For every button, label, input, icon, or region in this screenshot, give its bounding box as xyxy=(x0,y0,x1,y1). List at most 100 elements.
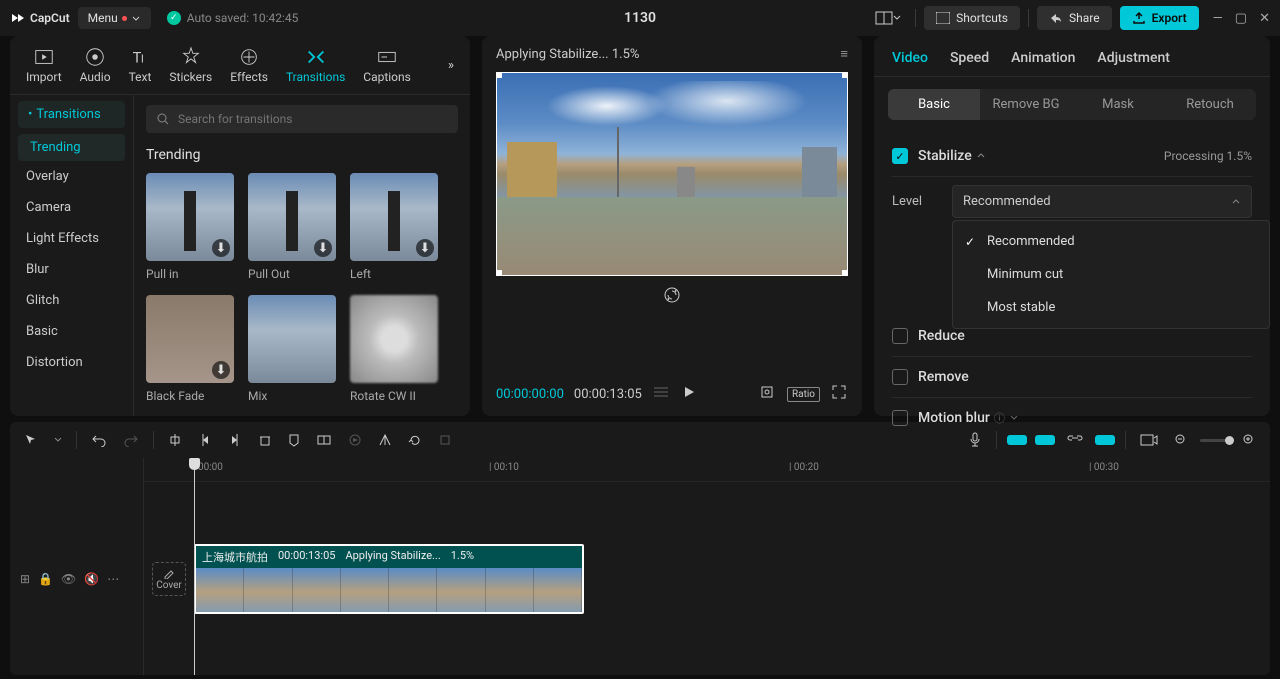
tab-transitions[interactable]: Transitions xyxy=(282,44,349,86)
stabilize-checkbox[interactable]: ✓ xyxy=(892,148,908,164)
play-button[interactable] xyxy=(680,383,698,405)
cover-button[interactable]: Cover xyxy=(152,562,186,596)
level-option-minimum[interactable]: Minimum cut xyxy=(953,258,1269,291)
topbar-right: Shortcuts Share Export — ▢ ✕ xyxy=(869,6,1270,30)
resize-handle[interactable] xyxy=(496,270,502,276)
resize-handle[interactable] xyxy=(842,270,848,276)
tab-adjustment[interactable]: Adjustment xyxy=(1097,50,1170,66)
transition-item[interactable]: Mix xyxy=(248,295,336,403)
pointer-tool[interactable] xyxy=(20,429,42,451)
export-button[interactable]: Export xyxy=(1120,6,1199,30)
list-icon[interactable] xyxy=(652,384,670,404)
transitions-grid: Trending ⬇Pull in ⬇Pull Out ⬇Left ⬇Black… xyxy=(134,95,470,416)
tabs-more-icon[interactable]: » xyxy=(444,54,458,77)
delete-tool[interactable] xyxy=(254,429,276,451)
sidebar-header[interactable]: • Transitions xyxy=(18,101,125,128)
download-icon[interactable]: ⬇ xyxy=(416,239,434,257)
tab-stickers[interactable]: Stickers xyxy=(165,44,216,86)
tab-import[interactable]: Import xyxy=(22,44,66,86)
level-option-recommended[interactable]: ✓Recommended xyxy=(953,225,1269,258)
playhead[interactable] xyxy=(194,458,195,675)
reduce-checkbox[interactable] xyxy=(892,328,908,344)
level-select[interactable]: Recommended xyxy=(952,185,1252,218)
timeline-tracks[interactable]: 00:00 | 00:10 | 00:20 | 00:30 Cover 上海城市… xyxy=(144,458,1270,675)
preview-menu-icon[interactable]: ≡ xyxy=(840,46,848,62)
rotate-tool[interactable] xyxy=(404,429,426,451)
sidebar-item-lighteffects[interactable]: Light Effects xyxy=(10,223,133,254)
sidebar-item-overlay[interactable]: Overlay xyxy=(10,161,133,192)
sidebar-item-trending[interactable]: Trending xyxy=(18,134,125,161)
sidebar-item-blur[interactable]: Blur xyxy=(10,254,133,285)
sidebar-item-camera[interactable]: Camera xyxy=(10,192,133,223)
redo-button[interactable] xyxy=(119,429,143,451)
transition-item[interactable]: ⬇Pull in xyxy=(146,173,234,281)
trim-left-tool[interactable] xyxy=(194,429,216,451)
maximize-button[interactable]: ▢ xyxy=(1235,11,1247,26)
zoom-slider[interactable] xyxy=(1200,439,1230,442)
track-lock-icon[interactable]: 🔒 xyxy=(38,572,53,586)
track-mute-icon[interactable]: 🔇 xyxy=(84,572,99,586)
transition-item[interactable]: ⬇Left xyxy=(350,173,438,281)
duplicate-tool[interactable] xyxy=(312,429,336,451)
download-icon[interactable]: ⬇ xyxy=(212,239,230,257)
chevron-down-icon[interactable] xyxy=(1009,413,1019,423)
motionblur-row: Motion blur ⓘ xyxy=(892,398,1252,438)
undo-button[interactable] xyxy=(87,429,111,451)
motionblur-checkbox[interactable] xyxy=(892,410,908,426)
menu-button[interactable]: Menu xyxy=(78,7,151,29)
layout-icon[interactable] xyxy=(869,7,907,29)
info-icon[interactable]: ⓘ xyxy=(994,410,1005,426)
download-icon[interactable]: ⬇ xyxy=(314,239,332,257)
search-input[interactable] xyxy=(146,105,458,133)
ratio-button[interactable]: Ratio xyxy=(787,387,820,402)
minimize-button[interactable]: — xyxy=(1213,11,1223,26)
clip-name: 上海城市航拍 xyxy=(202,549,268,565)
subtab-retouch[interactable]: Retouch xyxy=(1164,89,1256,120)
marker-tool[interactable] xyxy=(284,429,304,451)
pointer-dropdown[interactable] xyxy=(50,432,66,448)
tab-speed[interactable]: Speed xyxy=(950,50,989,66)
record-tool[interactable] xyxy=(344,429,366,451)
track-more-icon[interactable]: ⋯ xyxy=(107,572,119,586)
level-dropdown: ✓Recommended Minimum cut Most stable xyxy=(952,220,1270,329)
track-eye-icon[interactable]: 👁 xyxy=(61,572,76,586)
transition-item[interactable]: Rotate CW II xyxy=(350,295,438,403)
crop-tool[interactable] xyxy=(434,429,456,451)
resize-handle[interactable] xyxy=(496,72,502,78)
tab-audio[interactable]: Audio xyxy=(76,44,115,86)
subtab-mask[interactable]: Mask xyxy=(1072,89,1164,120)
trim-right-tool[interactable] xyxy=(224,429,246,451)
refresh-icon[interactable] xyxy=(482,286,862,308)
tab-effects[interactable]: Effects xyxy=(226,44,272,86)
mirror-tool[interactable] xyxy=(374,429,396,451)
share-button[interactable]: Share xyxy=(1037,6,1112,30)
close-button[interactable]: ✕ xyxy=(1259,11,1270,26)
download-icon[interactable]: ⬇ xyxy=(212,361,230,379)
sidebar-item-glitch[interactable]: Glitch xyxy=(10,285,133,316)
collapse-icon[interactable] xyxy=(976,151,986,161)
tab-video[interactable]: Video xyxy=(892,50,928,66)
preview-viewport[interactable] xyxy=(496,72,848,276)
sidebar-item-distortion[interactable]: Distortion xyxy=(10,347,133,378)
resize-handle[interactable] xyxy=(842,72,848,78)
shortcuts-label: Shortcuts xyxy=(956,11,1008,25)
timeline-ruler[interactable]: 00:00 | 00:10 | 00:20 | 00:30 xyxy=(144,458,1270,482)
split-tool[interactable] xyxy=(164,429,186,451)
subtab-basic[interactable]: Basic xyxy=(888,89,980,120)
sidebar-item-basic[interactable]: Basic xyxy=(10,316,133,347)
remove-checkbox[interactable] xyxy=(892,369,908,385)
tab-captions[interactable]: Captions xyxy=(359,44,415,86)
tab-text[interactable]: TIText xyxy=(125,44,156,86)
search-field[interactable] xyxy=(178,112,448,126)
subtab-removebg[interactable]: Remove BG xyxy=(980,89,1072,120)
transition-item[interactable]: ⬇Black Fade xyxy=(146,295,234,403)
level-option-moststable[interactable]: Most stable xyxy=(953,291,1269,324)
crop-icon[interactable] xyxy=(757,382,777,406)
fullscreen-icon[interactable] xyxy=(830,383,848,405)
timeline-clip[interactable]: 上海城市航拍 00:00:13:05 Applying Stabilize...… xyxy=(194,544,584,614)
transition-item[interactable]: ⬇Pull Out xyxy=(248,173,336,281)
track-add-icon[interactable]: ⊞ xyxy=(20,572,30,586)
tab-animation[interactable]: Animation xyxy=(1011,50,1075,66)
properties-tabs: Video Speed Animation Adjustment xyxy=(874,36,1270,77)
shortcuts-button[interactable]: Shortcuts xyxy=(924,6,1020,30)
